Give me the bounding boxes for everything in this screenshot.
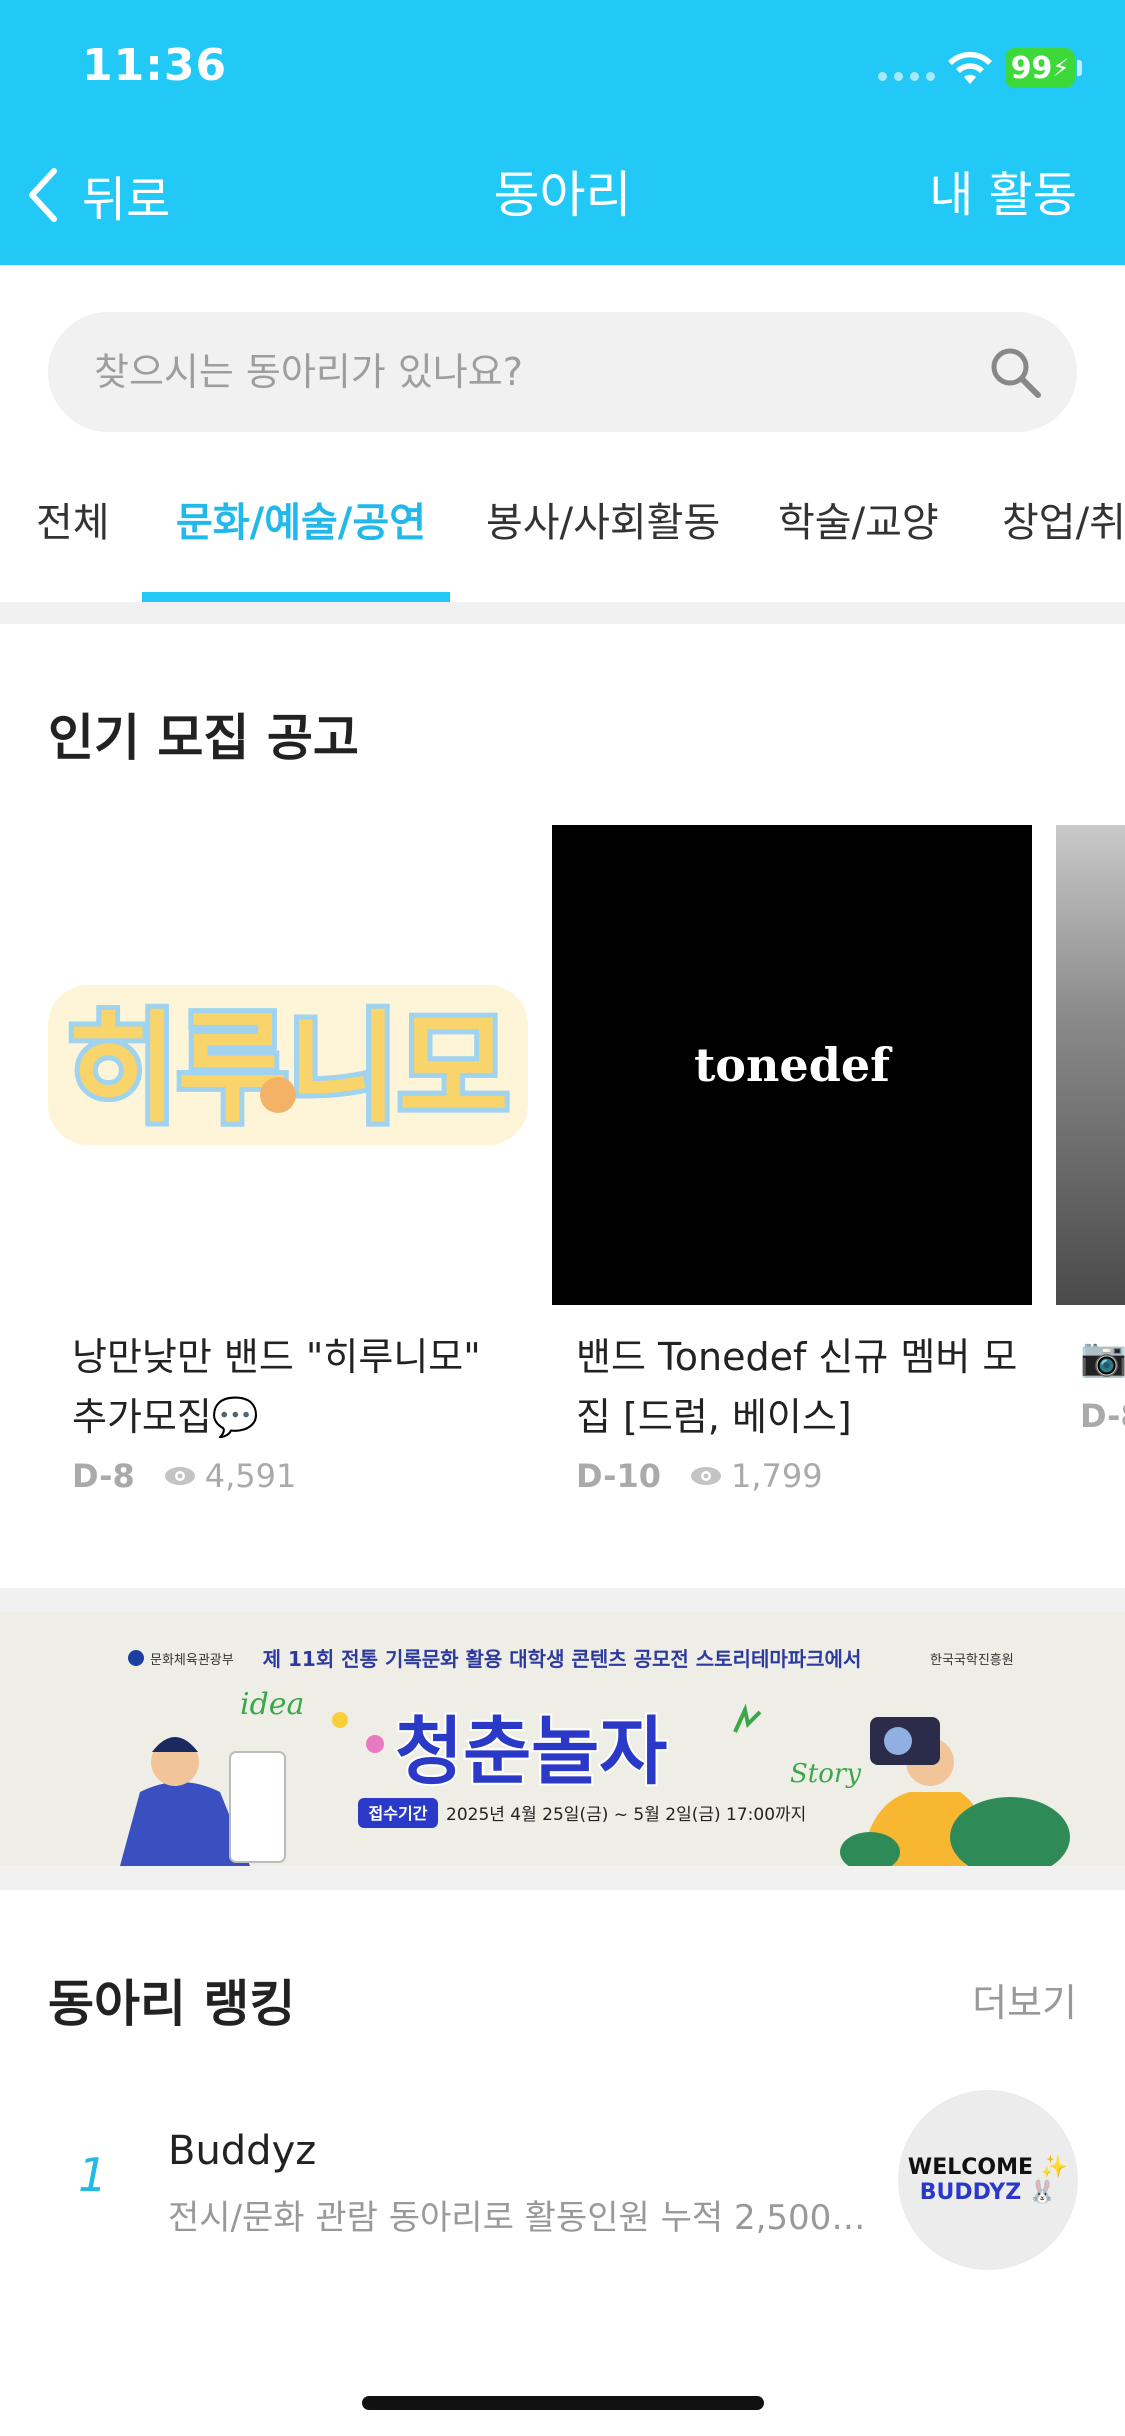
charging-bolt-icon: ⚡: [1052, 54, 1070, 82]
recruit-card[interactable]: tonedef 밴드 Tonedef 신규 멤버 모집 [드럼, 베이스] D-…: [552, 825, 1032, 1495]
banner-art: 문화체육관광부 한국국학진흥원 제 11회 전통 기록문화 활용 대학생 콘텐츠…: [120, 1647, 1070, 1866]
club-logo-line2: BUDDYZ 🐰: [919, 2180, 1057, 2205]
card-title: 📷 PP: [1080, 1335, 1125, 1379]
battery-level: 99: [1010, 50, 1053, 86]
search-bar[interactable]: [48, 312, 1077, 432]
card-title: 밴드 Tonedef 신규 멤버 모집 [드럼, 베이스]: [576, 1335, 1018, 1439]
banner-idea: idea: [240, 1687, 304, 1722]
search-icon[interactable]: [987, 344, 1043, 400]
ranking-section-title: 동아리 랭킹: [48, 1975, 296, 2033]
card-thumbnail: tonedef: [552, 825, 1032, 1305]
search-input[interactable]: [94, 312, 974, 432]
ranking-item[interactable]: 1 Buddyz 전시/문화 관람 동아리로 활동인원 누적 2,500명이 넘…: [0, 2090, 1125, 2280]
dday-badge: D-8: [1080, 1397, 1125, 1435]
tab-volunteer[interactable]: 봉사/사회활동: [486, 490, 720, 548]
section-divider: [0, 602, 1125, 624]
more-button[interactable]: 더보기: [972, 1972, 1077, 2027]
club-name: Buddyz: [168, 2128, 317, 2174]
card-image-text: tonedef: [694, 1038, 890, 1092]
tab-startup[interactable]: 창업/취업: [1002, 490, 1125, 548]
app-header: 11:36 99 ⚡ 뒤로 동아리 내 활동: [0, 0, 1125, 265]
promo-banner[interactable]: 문화체육관광부 한국국학진흥원 제 11회 전통 기록문화 활용 대학생 콘텐츠…: [0, 1612, 1125, 1866]
back-label: 뒤로: [82, 172, 171, 228]
club-description: 전시/문화 관람 동아리로 활동인원 누적 2,500명이 넘는 대형 동아리입…: [168, 2198, 878, 2238]
banner-ministry: 문화체육관광부: [150, 1653, 234, 1668]
section-divider: [0, 1588, 1125, 1612]
home-indicator[interactable]: [362, 2396, 764, 2410]
banner-story: Story: [790, 1759, 861, 1789]
view-count: 4,591: [163, 1457, 297, 1495]
dday-badge: D-8: [72, 1457, 135, 1495]
back-button[interactable]: 뒤로: [24, 160, 170, 230]
wifi-icon: [948, 51, 992, 84]
banner-top-line: 제 11회 전통 기록문화 활용 대학생 콘텐츠 공모전 스토리테마파크에서: [263, 1647, 862, 1671]
popular-cards-carousel: 히루니모 낭만낮만 밴드 "히루니모" 추가모집💬 D-8 4,591 tone…: [0, 825, 1125, 1525]
battery-icon: 99 ⚡: [1005, 48, 1075, 88]
club-logo-line1: WELCOME ✨: [907, 2155, 1069, 2180]
view-count: 1,799: [689, 1457, 823, 1495]
banner-period: 2025년 4월 25일(금) ~ 5월 2일(금) 17:00까지: [446, 1805, 806, 1825]
recruit-card[interactable]: 📷 PP D-8: [1056, 825, 1125, 1435]
status-time: 11:36: [82, 40, 228, 91]
eye-icon: [690, 1467, 721, 1485]
view-count-value: 4,591: [204, 1457, 297, 1495]
banner-headline: 청춘놀자: [395, 1709, 667, 1795]
tab-culture-arts[interactable]: 문화/예술/공연: [176, 490, 426, 548]
dday-badge: D-10: [576, 1457, 661, 1495]
chevron-left-icon: [29, 168, 57, 222]
hirunimo-logo: 히루니모: [48, 985, 528, 1145]
card-meta: D-10 1,799: [552, 1457, 1032, 1495]
tab-all[interactable]: 전체: [36, 490, 110, 548]
eye-icon: [164, 1467, 195, 1485]
card-thumbnail: [1056, 825, 1125, 1305]
tab-academic[interactable]: 학술/교양: [778, 490, 939, 548]
banner-period-label: 접수기간: [369, 1804, 428, 1823]
active-tab-indicator: [142, 592, 450, 602]
battery-cap: [1077, 60, 1082, 76]
banner-org: 한국국학진흥원: [930, 1653, 1014, 1668]
card-meta: D-8: [1056, 1397, 1125, 1435]
view-count-value: 1,799: [730, 1457, 823, 1495]
category-tabs: 전체 문화/예술/공연 봉사/사회활동 학술/교양 창업/취업: [0, 470, 1125, 602]
card-image-text: 히루니모: [67, 1000, 509, 1139]
card-thumbnail: 히루니모: [48, 825, 528, 1305]
popular-section-title: 인기 모집 공고: [48, 709, 359, 767]
card-title: 낭만낮만 밴드 "히루니모" 추가모집💬: [72, 1335, 481, 1439]
recruit-card[interactable]: 히루니모 낭만낮만 밴드 "히루니모" 추가모집💬 D-8 4,591: [48, 825, 528, 1495]
rank-number: 1: [78, 2148, 108, 2202]
section-divider: [0, 1866, 1125, 1890]
my-activity-button[interactable]: 내 활동: [929, 160, 1077, 230]
card-meta: D-8 4,591: [48, 1457, 528, 1495]
club-logo: WELCOME ✨ BUDDYZ 🐰: [898, 2090, 1078, 2270]
cellular-signal-icon: [878, 72, 935, 81]
